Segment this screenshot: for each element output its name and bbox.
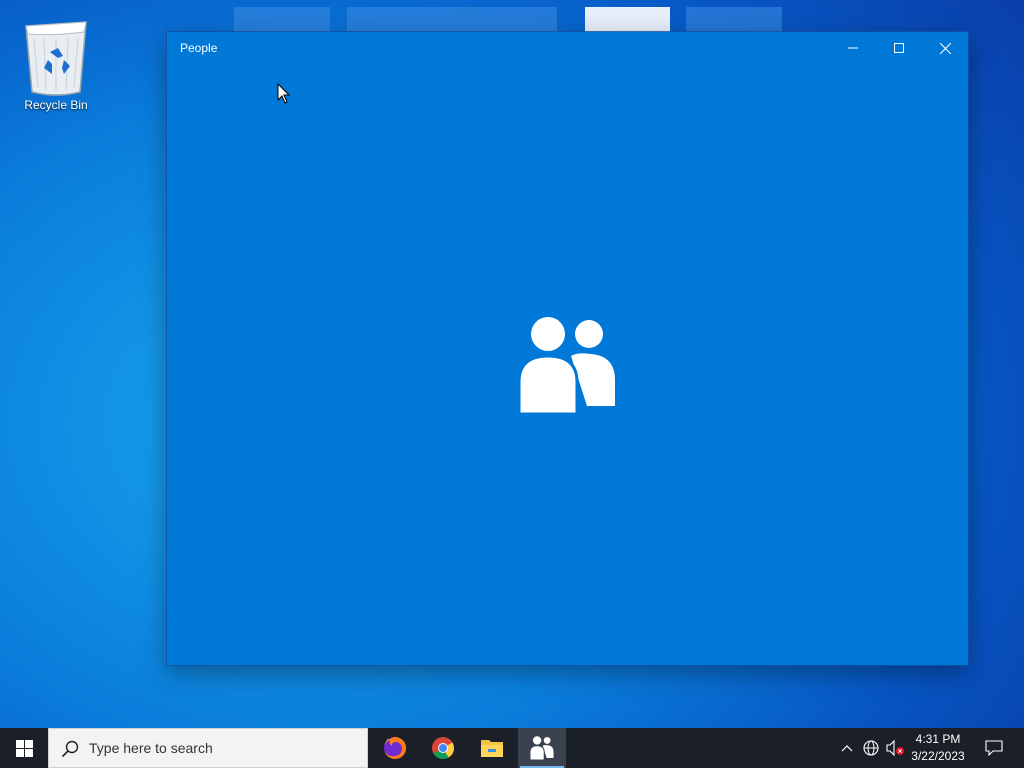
desktop-icon-recycle-bin[interactable]: Recycle Bin (14, 8, 98, 112)
taskbar-app-people[interactable] (518, 728, 566, 768)
close-icon (939, 42, 951, 54)
show-hidden-icons-button[interactable] (838, 728, 856, 768)
taskbar-app-file-explorer[interactable] (468, 728, 516, 768)
minimize-icon (848, 47, 858, 49)
mouse-cursor-icon (277, 83, 291, 104)
maximize-button[interactable] (876, 32, 922, 64)
title-bar[interactable]: People (167, 32, 968, 64)
taskbar-app-firefox[interactable] (371, 728, 419, 768)
search-icon (61, 740, 79, 758)
taskbar-app-chrome[interactable] (419, 728, 467, 768)
volume-muted-icon (886, 740, 904, 756)
people-icon (529, 736, 554, 760)
people-window[interactable]: People (167, 32, 968, 665)
recycle-bin-icon (25, 21, 87, 96)
minimize-button[interactable] (830, 32, 876, 64)
window-title: People (180, 41, 218, 55)
background-window-hint (585, 7, 670, 33)
search-placeholder: Type here to search (89, 740, 213, 756)
background-window-hint (234, 7, 330, 33)
start-button[interactable] (0, 728, 48, 768)
file-explorer-icon (481, 740, 503, 757)
maximize-icon (894, 43, 904, 53)
close-button[interactable] (922, 32, 968, 64)
chrome-icon (432, 737, 454, 759)
system-clock[interactable]: 4:31 PM 3/22/2023 (906, 731, 970, 765)
network-button[interactable] (860, 728, 882, 768)
background-window-hint (686, 7, 782, 33)
desktop-icon-label: Recycle Bin (24, 98, 88, 112)
chevron-up-icon (841, 745, 853, 752)
clock-time: 4:31 PM (915, 732, 961, 746)
action-center-icon (985, 740, 1003, 756)
action-center-button[interactable] (974, 728, 1014, 768)
clock-date: 3/22/2023 (911, 749, 965, 763)
network-icon (863, 740, 879, 756)
background-window-hint (347, 7, 557, 33)
taskbar: Type here to search 4:31 PM 3/22/2023 (0, 728, 1024, 768)
search-input[interactable]: Type here to search (48, 728, 368, 768)
firefox-icon (384, 736, 407, 759)
people-icon (519, 317, 615, 414)
windows-logo-icon (15, 739, 33, 757)
volume-button[interactable] (884, 728, 906, 768)
